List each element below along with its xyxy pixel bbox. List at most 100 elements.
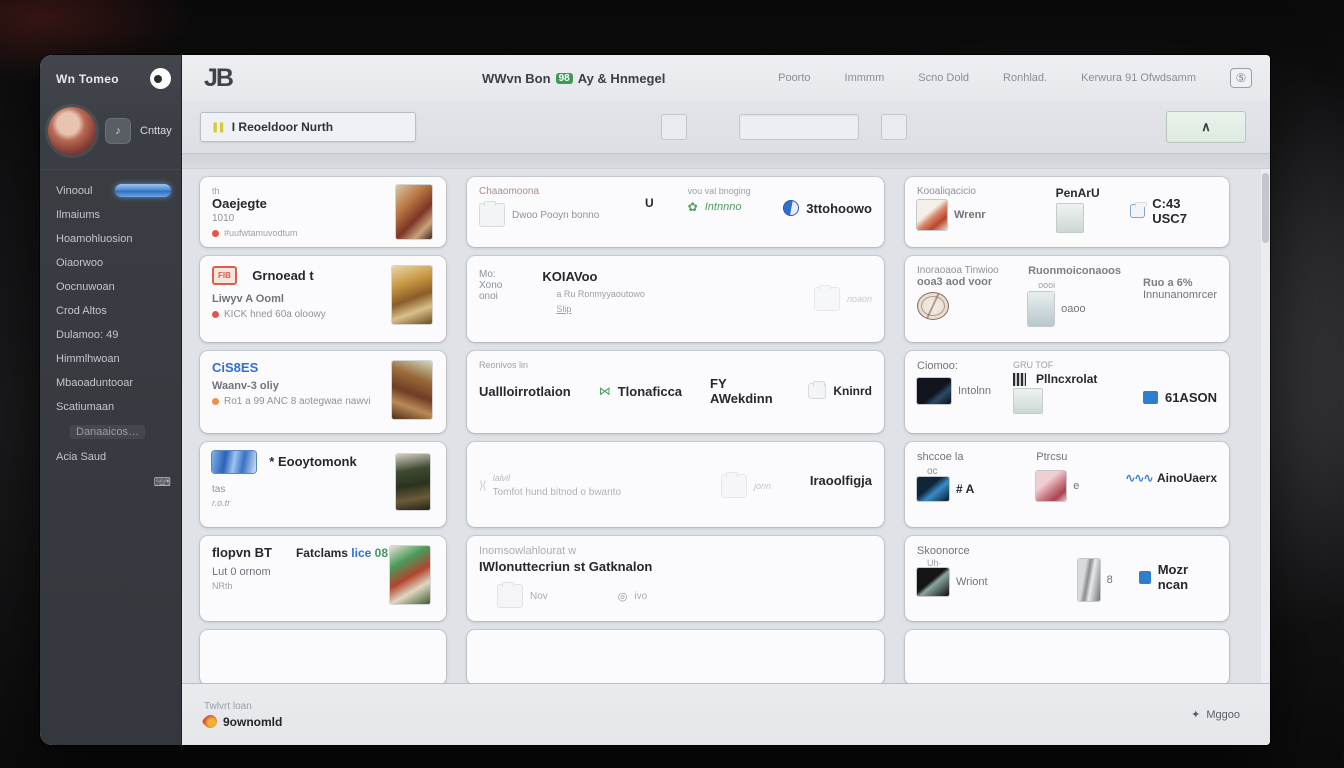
app-window: Wn Tomeo ♪ Cnttay Vinooul Ilmaiums Hoamo… <box>40 55 1270 745</box>
sidebar-item-mbaoaduntooar[interactable]: Mbaoaduntooar <box>40 371 181 395</box>
filter-input[interactable] <box>739 114 859 140</box>
chat-icon <box>808 383 826 399</box>
scrollbar[interactable] <box>1261 169 1270 683</box>
record-icon[interactable] <box>150 68 171 89</box>
page-icon <box>814 287 840 311</box>
action-label[interactable]: Mozr ncan <box>1158 562 1217 592</box>
thumbnail[interactable] <box>917 477 949 501</box>
list-item[interactable]: Ciomoo: Intolnn GRU TOF Pllncxrolat 61AS… <box>905 351 1229 433</box>
avatar[interactable] <box>48 107 96 155</box>
list-item[interactable]: CiS8ES Waanv-3 oliy Ro1 a 99 ANC 8 aoteg… <box>200 351 446 433</box>
thumbnail[interactable] <box>1028 292 1054 326</box>
action-label[interactable]: Iraoolfigja <box>810 473 872 498</box>
box-icon <box>721 474 747 498</box>
list-item[interactable]: Kooaliqacicio Wrenr PenArU C:43 USC7 <box>905 177 1229 247</box>
sidebar-item-danaaicos[interactable]: Danaaicos… <box>40 419 181 445</box>
scrollbar-thumb[interactable] <box>1262 173 1269 243</box>
list-item[interactable]: Inoraoaoa Tinwioo ooa3 aod voor Ruonmoic… <box>905 256 1229 342</box>
doc-blue-icon <box>1139 571 1151 584</box>
list-item[interactable]: Skoonorce Uh· Wriont 8 Mozr ncan <box>905 536 1229 621</box>
tab-uallloirrotlaion[interactable]: Uallloirrotlaion <box>479 384 571 399</box>
leaf-icon: ✿ <box>688 200 698 214</box>
thumbnail[interactable] <box>396 185 432 239</box>
link[interactable]: Intnnno <box>705 201 742 213</box>
list-item[interactable]: Inomsowlahlourat w IWlonuttecriun st Gat… <box>467 536 884 621</box>
search-input[interactable]: ❚❚ I Reoeldoor Nurth <box>200 112 416 142</box>
search-icon: ❚❚ <box>211 122 224 133</box>
sidebar-item-crod-altos[interactable]: Crod Altos <box>40 299 181 323</box>
globe-blue-icon <box>783 200 799 216</box>
toolbar: ❚❚ I Reoeldoor Nurth ∧ <box>182 101 1270 153</box>
list-item[interactable]: Mo: Xono onoi KOIAVoo a Ru Ronmyyaoutowo… <box>467 256 884 342</box>
action-label[interactable]: 61ASON <box>1165 390 1217 405</box>
action-label[interactable]: 3ttohoowo <box>806 201 872 216</box>
active-badge <box>115 184 171 197</box>
tab-tlonaficca[interactable]: Tlonaficca <box>618 384 682 399</box>
gallery-button[interactable]: ♪ <box>105 118 131 144</box>
list-item[interactable]: th Oaejegte 1010 #uufwtamuvodtum <box>200 177 446 247</box>
card-grid: th Oaejegte 1010 #uufwtamuvodtum Chaaomo… <box>182 169 1270 683</box>
stamp-badge <box>212 451 256 473</box>
tab-awekdinn[interactable]: FY AWekdinn <box>710 376 780 406</box>
list-item[interactable]: shccoe la oc # A Ptrcsu e ∿∿∿ AinoUaerx <box>905 442 1229 527</box>
footer-subtext: Twlvrt loan <box>204 701 282 712</box>
thumbnail[interactable] <box>390 546 430 604</box>
action-label[interactable]: C:43 USC7 <box>1152 196 1217 226</box>
list-item[interactable]: ⟩⟨ lalvil Tomfot hund bitnod o bwanto jo… <box>467 442 884 527</box>
thumbnail[interactable] <box>1036 471 1066 501</box>
thumbnail[interactable] <box>396 454 430 510</box>
wave-icon: ⟩⟨ <box>479 479 486 492</box>
collapse-button[interactable]: ∧ <box>1166 111 1246 143</box>
sidebar-item-oiaorwoo[interactable]: Oiaorwoo <box>40 251 181 275</box>
thumbnail[interactable] <box>1078 559 1100 601</box>
footer-action[interactable]: Mggoo <box>1206 709 1240 721</box>
list-item[interactable]: * Eooytomonk tas r.o.tr <box>200 442 446 527</box>
main-area: JB WWvn Bon 98 Ay & Hnmegel Poorto Immmm… <box>182 55 1270 745</box>
thumbnail[interactable] <box>917 568 949 596</box>
apps-button[interactable]: ⑤ <box>1230 68 1252 88</box>
thumbnail[interactable] <box>917 378 951 404</box>
thumbnail[interactable] <box>392 361 432 419</box>
music-icon: ♪ <box>115 125 121 137</box>
list-item[interactable]: ﬂopvn BT Fatclams lice 08 Lut 0 ornom NR… <box>200 536 446 621</box>
menu-item-ronhlad[interactable]: Ronhlad. <box>1003 72 1047 84</box>
list-item[interactable] <box>467 630 884 683</box>
thumbnail[interactable] <box>392 266 432 324</box>
header-bar: JB WWvn Bon 98 Ay & Hnmegel Poorto Immmm… <box>182 55 1270 101</box>
menu-item-poorto[interactable]: Poorto <box>778 72 810 84</box>
sidebar-item-vinooul[interactable]: Vinooul <box>40 178 181 203</box>
sidebar: Wn Tomeo ♪ Cnttay Vinooul Ilmaiums Hoamo… <box>40 55 182 745</box>
caret-icon: ∧ <box>1201 119 1211 135</box>
clip-icon <box>1130 204 1146 218</box>
list-item[interactable] <box>905 630 1229 683</box>
signature-icon: ∿∿∿ <box>1125 471 1152 485</box>
list-item[interactable]: Reonivos lin Uallloirrotlaion ⋈Tlonaficc… <box>467 351 884 433</box>
sidebar-item-himmlhwoan[interactable]: Himmlhwoan <box>40 347 181 371</box>
globe-sketch-icon <box>917 292 949 320</box>
sidebar-item-scatiumaan[interactable]: Scatiumaan <box>40 395 181 419</box>
tab-kninrd[interactable]: Kninrd <box>833 384 872 398</box>
boxed-icon: ⑤ <box>1236 71 1247 85</box>
target-icon: ◎ <box>618 590 628 603</box>
list-item[interactable]: FIB Grnoead t Liwyv A Ooml KICK hned 60a… <box>200 256 446 342</box>
cup-icon <box>497 584 523 608</box>
sidebar-item-oocnuwoan[interactable]: Oocnuwoan <box>40 275 181 299</box>
flame-icon <box>201 712 219 730</box>
list-item[interactable] <box>200 630 446 683</box>
keyboard-icon[interactable]: ⌨ <box>154 475 171 489</box>
action-label[interactable]: AinoUaerx <box>1157 471 1217 485</box>
filter-checkbox-2[interactable] <box>881 114 907 140</box>
filter-checkbox[interactable] <box>661 114 687 140</box>
menu-item-immmm[interactable]: Immmm <box>845 72 885 84</box>
page-title: WWvn Bon 98 Ay & Hnmegel <box>482 71 665 86</box>
thumbnail[interactable] <box>917 200 947 230</box>
menu-item-scno-dold[interactable]: Scno Dold <box>918 72 969 84</box>
menu-item-kerwura[interactable]: Kerwura 91 Ofwdsamm <box>1081 72 1196 84</box>
sidebar-item-acia-saud[interactable]: Acia Saud <box>40 445 181 469</box>
sidebar-item-ilmaiums[interactable]: Ilmaiums <box>40 203 181 227</box>
sidebar-item-dulamoo[interactable]: Dulamoo: 49 <box>40 323 181 347</box>
list-item[interactable]: Chaaomoona Dwoo Pooyn bonno U vou val bn… <box>467 177 884 247</box>
sidebar-item-hoamohluosion[interactable]: Hoamohluosion <box>40 227 181 251</box>
card-title: * Eooytomonk <box>260 454 366 469</box>
sidebar-menu: Vinooul Ilmaiums Hoamohluosion Oiaorwoo … <box>40 170 181 469</box>
